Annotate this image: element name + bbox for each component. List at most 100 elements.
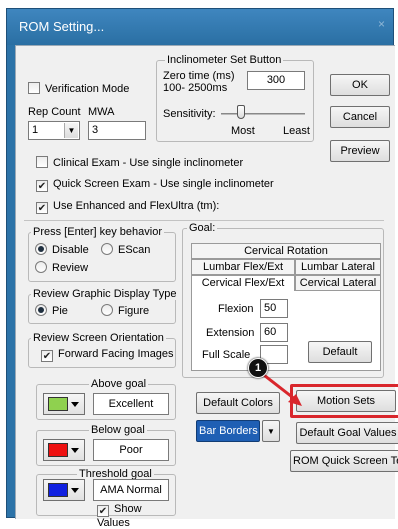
flexion-input[interactable]: 50 (260, 299, 288, 318)
show-values-checkbox[interactable]: Show Values (97, 503, 175, 529)
show-values-box[interactable] (97, 505, 109, 517)
sensitivity-slider-track[interactable] (221, 113, 305, 115)
above-goal-color-button[interactable] (43, 393, 85, 415)
zero-time-label-line1: Zero time (ms) (163, 70, 235, 82)
ok-button[interactable]: OK (330, 74, 390, 96)
radio-figure[interactable]: Figure (101, 304, 149, 317)
full-scale-label: Full Scale (202, 349, 251, 361)
below-goal-value[interactable]: Poor (93, 439, 169, 461)
preview-button[interactable]: Preview (330, 140, 390, 162)
enhanced-flexultra-box[interactable] (36, 202, 48, 214)
enter-key-group: Press [Enter] key behavior Disable EScan… (28, 226, 176, 282)
graphic-display-group-label: Review Graphic Display Type (31, 288, 179, 300)
zero-time-label: Zero time (ms) 100- 2500ms (163, 70, 235, 94)
inclinometer-group: Inclinometer Set Button Zero time (ms) 1… (156, 54, 314, 142)
tab-cervical-flex-ext[interactable]: Cervical Flex/Ext (191, 275, 295, 291)
enhanced-flexultra-checkbox[interactable]: Use Enhanced and FlexUltra (tm): (36, 200, 219, 214)
clinical-exam-label: Clinical Exam - Use single inclinometer (53, 157, 244, 169)
bar-borders-dropdown[interactable]: ▼ (262, 420, 280, 442)
close-icon[interactable]: × (378, 17, 385, 31)
verification-mode-checkbox[interactable]: Verification Mode (28, 82, 129, 95)
radio-figure-dot[interactable] (101, 304, 113, 316)
callout-badge: 1 (248, 358, 268, 378)
quick-screen-label: Quick Screen Exam - Use single inclinome… (53, 178, 274, 190)
sensitivity-label: Sensitivity: (163, 108, 216, 120)
radio-escan[interactable]: EScan (101, 243, 150, 256)
radio-escan-label: EScan (118, 244, 151, 256)
tab-lumbar-flex-ext[interactable]: Lumbar Flex/Ext (191, 259, 295, 275)
mwa-label: MWA (88, 106, 115, 118)
zero-time-label-line2: 100- 2500ms (163, 82, 228, 94)
default-button[interactable]: Default (308, 341, 372, 363)
goal-group-label: Goal: (187, 222, 218, 234)
radio-figure-label: Figure (118, 305, 150, 317)
radio-review[interactable]: Review (35, 261, 88, 274)
graphic-display-group: Review Graphic Display Type Pie Figure (28, 288, 179, 324)
clinical-exam-checkbox[interactable]: Clinical Exam - Use single inclinometer (36, 156, 243, 169)
chevron-down-icon[interactable]: ▼ (64, 123, 78, 138)
radio-pie-dot[interactable] (35, 304, 47, 316)
radio-review-label: Review (52, 262, 89, 274)
rep-count-select[interactable]: 1 ▼ (28, 121, 80, 140)
goal-group: Goal: Cervical Rotation Lumbar Flex/Ext … (182, 222, 384, 378)
rom-quick-screen-text-button[interactable]: ROM Quick Screen Text (290, 450, 398, 472)
below-goal-swatch (48, 443, 68, 457)
least-label: Least (283, 125, 310, 137)
rep-count-value: 1 (32, 124, 39, 136)
flexion-label: Flexion (218, 303, 254, 315)
separator (24, 220, 384, 221)
forward-facing-box[interactable] (41, 350, 53, 362)
above-goal-label: Above goal (89, 378, 149, 390)
tab-lumbar-lateral[interactable]: Lumbar Lateral (295, 259, 381, 275)
tab-cervical-lateral[interactable]: Cervical Lateral (295, 275, 381, 291)
default-goal-values-button[interactable]: Default Goal Values (296, 422, 398, 444)
zero-time-input[interactable]: 300 (247, 71, 305, 90)
radio-escan-dot[interactable] (101, 243, 113, 255)
chevron-down-icon: ▼ (267, 427, 275, 436)
chevron-down-icon (71, 488, 79, 493)
forward-facing-checkbox[interactable]: Forward Facing Images (41, 348, 174, 362)
enhanced-flexultra-label: Use Enhanced and FlexUltra (tm): (53, 200, 220, 212)
enter-key-group-label: Press [Enter] key behavior (31, 226, 165, 238)
chevron-down-icon (71, 402, 79, 407)
goal-tab-panel: Flexion 50 Extension 60 Full Scale Defau… (191, 291, 381, 371)
radio-disable[interactable]: Disable (35, 243, 89, 256)
forward-facing-label: Forward Facing Images (58, 348, 174, 360)
dialog-client: Verification Mode Inclinometer Set Butto… (15, 45, 398, 529)
title-bar: ROM Setting... × (7, 9, 393, 45)
radio-disable-dot[interactable] (35, 243, 47, 255)
threshold-goal-swatch (48, 483, 68, 497)
screen-orientation-group: Review Screen Orientation Forward Facing… (28, 332, 176, 368)
quick-screen-checkbox[interactable]: Quick Screen Exam - Use single inclinome… (36, 178, 274, 192)
above-goal-value[interactable]: Excellent (93, 393, 169, 415)
rep-count-label: Rep Count (28, 106, 81, 118)
below-goal-group: Below goal Poor (36, 424, 176, 466)
mwa-input[interactable]: 3 (88, 121, 146, 140)
below-goal-label: Below goal (89, 424, 147, 436)
above-goal-swatch (48, 397, 68, 411)
verification-mode-box[interactable] (28, 82, 40, 94)
cancel-button[interactable]: Cancel (330, 106, 390, 128)
chevron-down-icon (71, 448, 79, 453)
threshold-goal-color-button[interactable] (43, 479, 85, 501)
most-label: Most (231, 125, 255, 137)
bar-borders-button[interactable]: Bar Borders (196, 420, 260, 442)
sensitivity-slider-thumb[interactable] (237, 105, 245, 119)
annotation-arrow-line (259, 370, 297, 402)
clinical-exam-box[interactable] (36, 156, 48, 168)
tab-cervical-rotation[interactable]: Cervical Rotation (191, 243, 381, 259)
window-title: ROM Setting... (19, 19, 105, 34)
radio-pie-label: Pie (52, 305, 68, 317)
radio-pie[interactable]: Pie (35, 304, 68, 317)
threshold-goal-value[interactable]: AMA Normal (93, 479, 169, 501)
verification-mode-label: Verification Mode (45, 83, 130, 95)
radio-review-dot[interactable] (35, 261, 47, 273)
screen-orientation-group-label: Review Screen Orientation (31, 332, 166, 344)
threshold-goal-group: Threshold goal AMA Normal Show Values (36, 468, 176, 529)
below-goal-color-button[interactable] (43, 439, 85, 461)
extension-input[interactable]: 60 (260, 323, 288, 342)
quick-screen-box[interactable] (36, 180, 48, 192)
above-goal-group: Above goal Excellent (36, 378, 176, 420)
rom-setting-window: ROM Setting... × Verification Mode Incli… (6, 8, 398, 529)
radio-disable-label: Disable (52, 244, 89, 256)
